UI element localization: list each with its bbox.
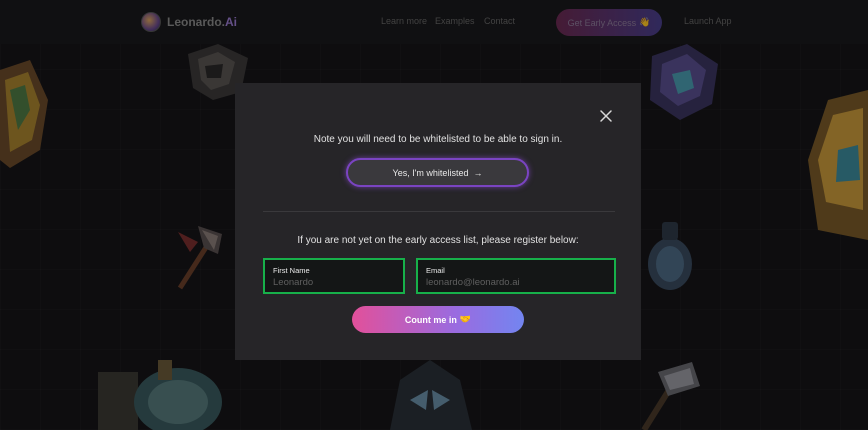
whitelisted-button-label: Yes, I'm whitelisted [392, 167, 469, 178]
whitelist-note: Note you will need to be whitelisted to … [313, 134, 563, 145]
register-prompt: If you are not yet on the early access l… [297, 235, 579, 246]
email-field[interactable]: Email [416, 258, 616, 294]
arrow-right-icon: → [473, 167, 483, 178]
email-input[interactable] [426, 277, 606, 288]
count-me-in-button[interactable]: Count me in 🤝 [352, 306, 524, 333]
first-name-label: First Name [273, 266, 310, 275]
count-me-in-label: Count me in [404, 314, 457, 325]
modal-divider [263, 211, 615, 212]
first-name-input[interactable] [273, 277, 395, 288]
email-label: Email [426, 266, 445, 275]
whitelisted-button[interactable]: Yes, I'm whitelisted → [346, 158, 529, 187]
close-icon[interactable] [599, 109, 613, 123]
handshake-icon: 🤝 [459, 314, 472, 324]
first-name-field[interactable]: First Name [263, 258, 405, 294]
